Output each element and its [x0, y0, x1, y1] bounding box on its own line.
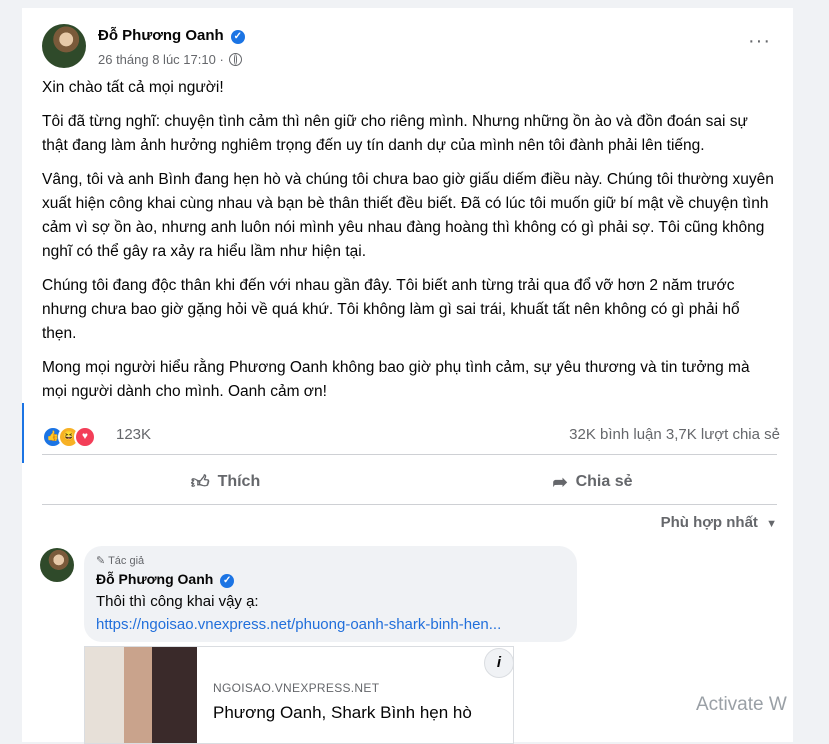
post-paragraph: Vâng, tôi và anh Bình đang hẹn hò và chú…: [42, 171, 774, 260]
love-reaction-icon: ♥: [74, 426, 96, 448]
link-preview-thumbnail[interactable]: [85, 647, 197, 743]
comment-author-avatar[interactable]: [40, 548, 74, 582]
globe-icon[interactable]: [229, 53, 243, 66]
thumbs-up-icon: 👍︎: [190, 472, 210, 492]
activate-windows-watermark: Activate W: [696, 694, 787, 715]
post-timestamp[interactable]: 26 tháng 8 lúc 17:10: [98, 52, 216, 67]
post-paragraph: Tôi đã từng nghĩ: chuyện tình cảm thì nê…: [42, 113, 748, 154]
engagement-counts: 32K bình luận 3,7K lượt chia sẻ: [569, 426, 780, 443]
share-arrow-icon: ➦: [552, 471, 568, 492]
shares-count[interactable]: 3,7K lượt chia sẻ: [666, 426, 780, 443]
comment-sort-dropdown[interactable]: Phù hợp nhất ▼: [661, 514, 777, 531]
like-label: Thích: [217, 473, 261, 490]
like-button[interactable]: 👍︎ Thích: [42, 462, 409, 502]
author-badge-label: Tác giả: [108, 555, 145, 567]
reaction-count[interactable]: 123K: [116, 426, 151, 443]
verified-badge-icon: ✓: [230, 30, 245, 44]
comment-link[interactable]: https://ngoisao.vnexpress.net/phuong-oan…: [96, 616, 501, 633]
share-button[interactable]: ➦ Chia sẻ: [409, 462, 776, 502]
info-icon[interactable]: i: [484, 648, 514, 678]
link-preview-title[interactable]: Phương Oanh, Shark Bình hẹn hò: [213, 703, 472, 723]
link-preview-card[interactable]: NGOISAO.VNEXPRESS.NET Phương Oanh, Shark…: [84, 646, 514, 744]
author-badge: ✎ Tác giả: [96, 554, 144, 567]
author-avatar[interactable]: [42, 24, 86, 68]
more-dots-icon[interactable]: ···: [748, 31, 771, 51]
divider: [42, 504, 777, 505]
focus-indicator: [22, 403, 24, 463]
meta-separator: ·: [219, 52, 224, 67]
sort-label: Phù hợp nhất: [660, 514, 758, 531]
pencil-icon: ✎: [96, 555, 106, 567]
comment-text: Thôi thì công khai vậy ạ:: [96, 593, 259, 610]
comment-bubble: ✎ Tác giả Đỗ Phương Oanh ✓ Thôi thì công…: [84, 546, 577, 642]
post-stats: 👍 😆 ♥ 123K 32K bình luận 3,7K lượt chia …: [42, 424, 780, 448]
comment-author-row: Đỗ Phương Oanh ✓: [96, 571, 235, 588]
share-label: Chia sẻ: [575, 473, 633, 490]
post-body: Xin chào tất cả mọi người! Tôi đã từng n…: [42, 76, 777, 414]
post-header: Đỗ Phương Oanh ✓ 26 tháng 8 lúc 17:10 · …: [42, 24, 777, 74]
verified-badge-icon: ✓: [220, 574, 235, 588]
post-card: Đỗ Phương Oanh ✓ 26 tháng 8 lúc 17:10 · …: [22, 8, 793, 744]
post-paragraph: Mong mọi người hiểu rằng Phương Oanh khô…: [42, 359, 750, 400]
comments-count[interactable]: 32K bình luận: [569, 426, 662, 443]
caret-down-icon: ▼: [766, 518, 777, 530]
post-meta: 26 tháng 8 lúc 17:10 ·: [98, 52, 243, 67]
author-name[interactable]: Đỗ Phương Oanh: [98, 27, 224, 44]
comment-author-name[interactable]: Đỗ Phương Oanh: [96, 571, 213, 587]
action-bar: 👍︎ Thích ➦ Chia sẻ: [42, 462, 777, 502]
link-preview-domain: NGOISAO.VNEXPRESS.NET: [213, 681, 380, 695]
divider: [42, 454, 777, 455]
author-name-row: Đỗ Phương Oanh ✓: [98, 27, 245, 44]
post-paragraph: Xin chào tất cả mọi người!: [42, 79, 224, 96]
post-paragraph: Chúng tôi đang độc thân khi đến với nhau…: [42, 277, 740, 342]
